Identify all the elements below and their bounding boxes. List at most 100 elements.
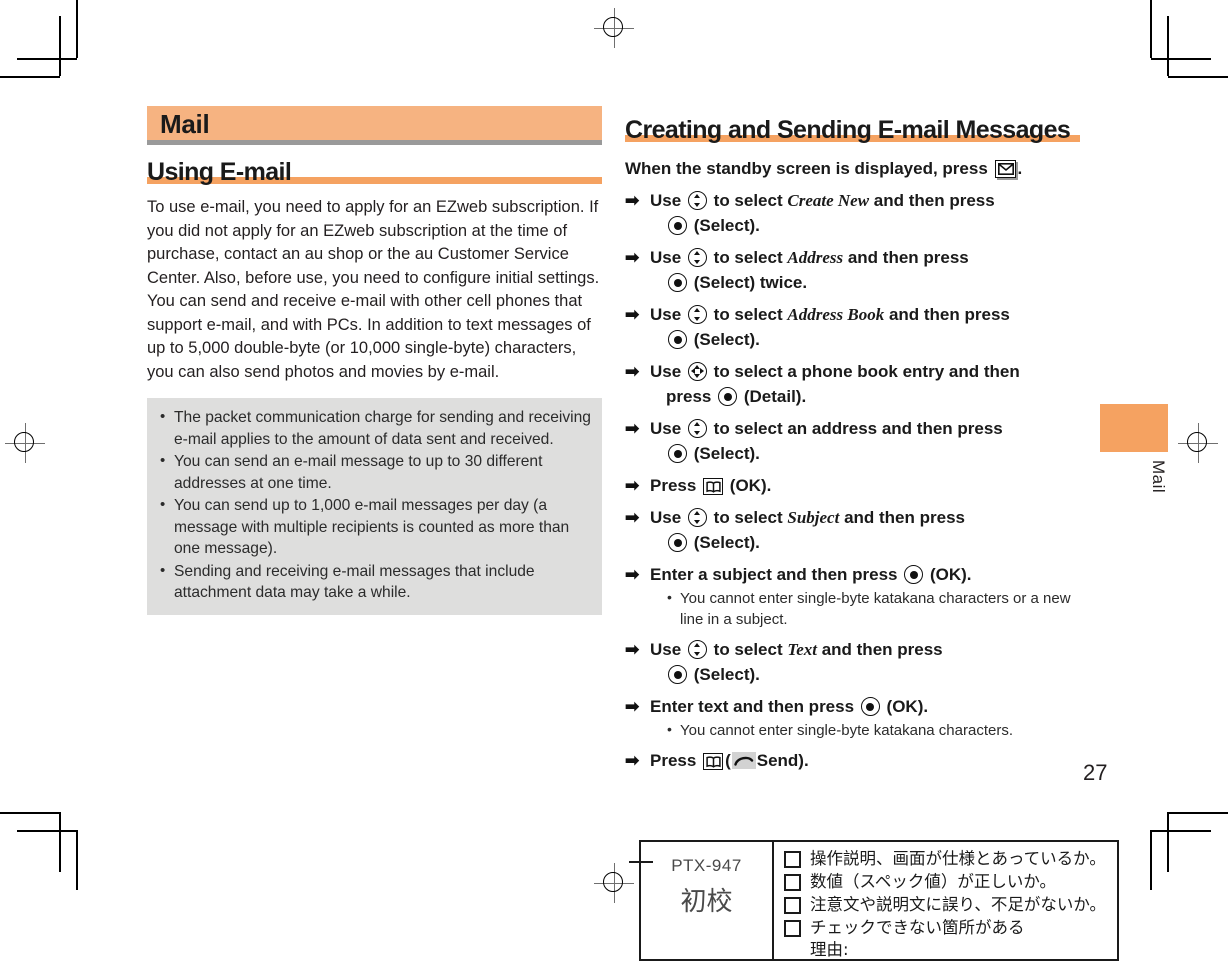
- step-second-line-pre: press: [666, 387, 712, 406]
- procedure-lead-period: .: [1017, 159, 1023, 178]
- thumb-tab-block: [1100, 404, 1168, 452]
- proof-checkbox[interactable]: [784, 920, 801, 937]
- proof-check-text: チェックできない箇所がある: [810, 918, 1025, 937]
- step-subnote-list: You cannot enter single-byte katakana ch…: [650, 587, 1080, 630]
- proof-check-row: 数値（スペック値）が正しいか。: [782, 871, 1117, 893]
- mail-key-icon: [994, 160, 1016, 178]
- step-text-pre: Use: [650, 508, 682, 527]
- updown-nav-key-icon: [687, 508, 707, 527]
- step-text-post: and then press: [844, 508, 965, 527]
- updown-nav-key-icon: [687, 305, 707, 324]
- step-second-line: press (Detail).: [650, 384, 1080, 409]
- step-softkey-label: Send).: [756, 751, 809, 770]
- step-softkey-label: (Select) twice.: [693, 273, 808, 292]
- step-second-line: (Select).: [650, 662, 1080, 687]
- section-heading-text: Using E-mail: [147, 158, 292, 186]
- step-softkey-label: (Select).: [693, 330, 760, 349]
- intro-paragraph-2: You can send and receive e-mail with oth…: [147, 292, 591, 381]
- step-arrow-icon: ➡: [625, 640, 640, 659]
- center-select-key-icon: [718, 387, 738, 406]
- send-call-key-icon: [731, 752, 756, 769]
- open-book-glyph: [706, 481, 721, 493]
- step-arrow-icon: ➡: [625, 697, 640, 716]
- section-heading-text-right: Creating and Sending E-mail Messages: [625, 116, 1071, 144]
- intro-paragraph-1: To use e-mail, you need to apply for an …: [147, 198, 600, 287]
- envelope-glyph: [997, 163, 1014, 175]
- step-text-post: and then press: [821, 640, 943, 659]
- step-text-mid: to select: [713, 191, 783, 210]
- proof-check-row: 操作説明、画面が仕様とあっているか。: [782, 848, 1117, 870]
- step-subnote-list: You cannot enter single-byte katakana ch…: [650, 719, 1080, 741]
- step-menu-item: Address Book: [787, 305, 885, 324]
- procedure-lead-text: When the standby screen is displayed, pr…: [625, 159, 988, 178]
- step-create-new: ➡ Use to select Create New and then pres…: [625, 188, 1080, 238]
- step-text-pre: Use: [650, 362, 682, 381]
- proof-check-row: 注意文や説明文に誤り、不足がないか。: [782, 894, 1117, 916]
- step-softkey-label: (OK).: [929, 565, 972, 584]
- center-select-key-icon: [904, 565, 924, 584]
- note-item: You can send an e-mail message to up to …: [157, 450, 592, 494]
- thumb-tab-label: Mail: [1149, 460, 1168, 494]
- step-text-post: and then press: [888, 305, 1010, 324]
- step-address: ➡ Use to select Address and then press (…: [625, 245, 1080, 295]
- chapter-banner-shadow: [147, 140, 602, 145]
- step-text-select: ➡ Use to select Text and then press (Sel…: [625, 637, 1080, 687]
- note-item: The packet communication charge for send…: [157, 406, 592, 450]
- step-text-mid: to select: [713, 305, 783, 324]
- step-arrow-icon: ➡: [625, 362, 640, 381]
- step-press-send: ➡ Press ( Send).: [625, 748, 1080, 773]
- step-address-book: ➡ Use to select Address Book and then pr…: [625, 302, 1080, 352]
- step-arrow-icon: ➡: [625, 508, 640, 527]
- step-text-post: and then press: [873, 191, 995, 210]
- step-text-post: and then press: [847, 248, 969, 267]
- fourway-nav-key-icon: [687, 362, 707, 381]
- step-text-mid: to select an address and then press: [713, 419, 1003, 438]
- step-subnote: You cannot enter single-byte katakana ch…: [666, 719, 1080, 741]
- center-select-key-icon: [668, 273, 687, 292]
- note-item: You can send up to 1,000 e-mail messages…: [157, 494, 592, 560]
- step-softkey-label: (Detail).: [743, 387, 807, 406]
- step-text-pre: Use: [650, 419, 682, 438]
- proof-check-text: 操作説明、画面が仕様とあっているか。: [810, 849, 1106, 868]
- left-column: Mail Using E-mail To use e-mail, you nee…: [147, 106, 602, 615]
- book-soft-key-icon: [703, 478, 724, 495]
- proof-checkbox[interactable]: [784, 851, 801, 868]
- step-arrow-icon: ➡: [625, 751, 640, 770]
- step-text-mid: to select: [713, 508, 783, 527]
- proof-check-text-wrap: チェックできない箇所がある 理由:: [810, 917, 1025, 961]
- proof-checkbox[interactable]: [784, 897, 801, 914]
- step-menu-item: Create New: [787, 191, 870, 210]
- proof-checklist: 操作説明、画面が仕様とあっているか。 数値（スペック値）が正しいか。 注意文や説…: [774, 842, 1117, 959]
- proof-job-number: PTX-947: [671, 856, 742, 875]
- step-text-pre: Press: [650, 751, 697, 770]
- step-arrow-icon: ➡: [625, 476, 640, 495]
- step-text-pre: Enter a subject and then press: [650, 565, 898, 584]
- step-subnote: You cannot enter single-byte katakana ch…: [666, 587, 1080, 630]
- proof-checkbox[interactable]: [784, 874, 801, 891]
- step-menu-item: Address: [787, 248, 844, 267]
- step-text-mid: to select: [713, 640, 783, 659]
- step-text-mid: to select a phone book entry and then: [713, 362, 1020, 381]
- section-heading-using-email: Using E-mail: [147, 158, 602, 186]
- proof-check-row: チェックできない箇所がある 理由:: [782, 917, 1117, 961]
- proof-stage-label: 初校: [680, 887, 733, 917]
- step-subject: ➡ Use to select Subject and then press (…: [625, 505, 1080, 555]
- step-second-line: (Select).: [650, 327, 1080, 352]
- step-menu-item: Subject: [787, 508, 840, 527]
- step-arrow-icon: ➡: [625, 565, 640, 584]
- updown-nav-key-icon: [687, 191, 707, 210]
- step-text-pre: Use: [650, 248, 682, 267]
- chapter-banner: Mail: [147, 106, 602, 140]
- procedure-lead: When the standby screen is displayed, pr…: [625, 157, 1080, 181]
- step-text-pre: Enter text and then press: [650, 697, 855, 716]
- updown-nav-key-icon: [687, 248, 707, 267]
- intro-paragraph-1-wrap: To use e-mail, you need to apply for an …: [147, 196, 602, 384]
- center-select-key-icon: [668, 533, 687, 552]
- call-handset-glyph: [734, 756, 753, 766]
- open-book-glyph: [706, 756, 721, 768]
- chapter-title: Mail: [160, 109, 210, 139]
- step-second-line: (Select).: [650, 441, 1080, 466]
- proof-stamp-box: PTX-947 初校 操作説明、画面が仕様とあっているか。 数値（スペック値）が…: [629, 840, 1119, 961]
- page-number: 27: [1083, 760, 1108, 785]
- right-column: Creating and Sending E-mail Messages Whe…: [625, 103, 1080, 773]
